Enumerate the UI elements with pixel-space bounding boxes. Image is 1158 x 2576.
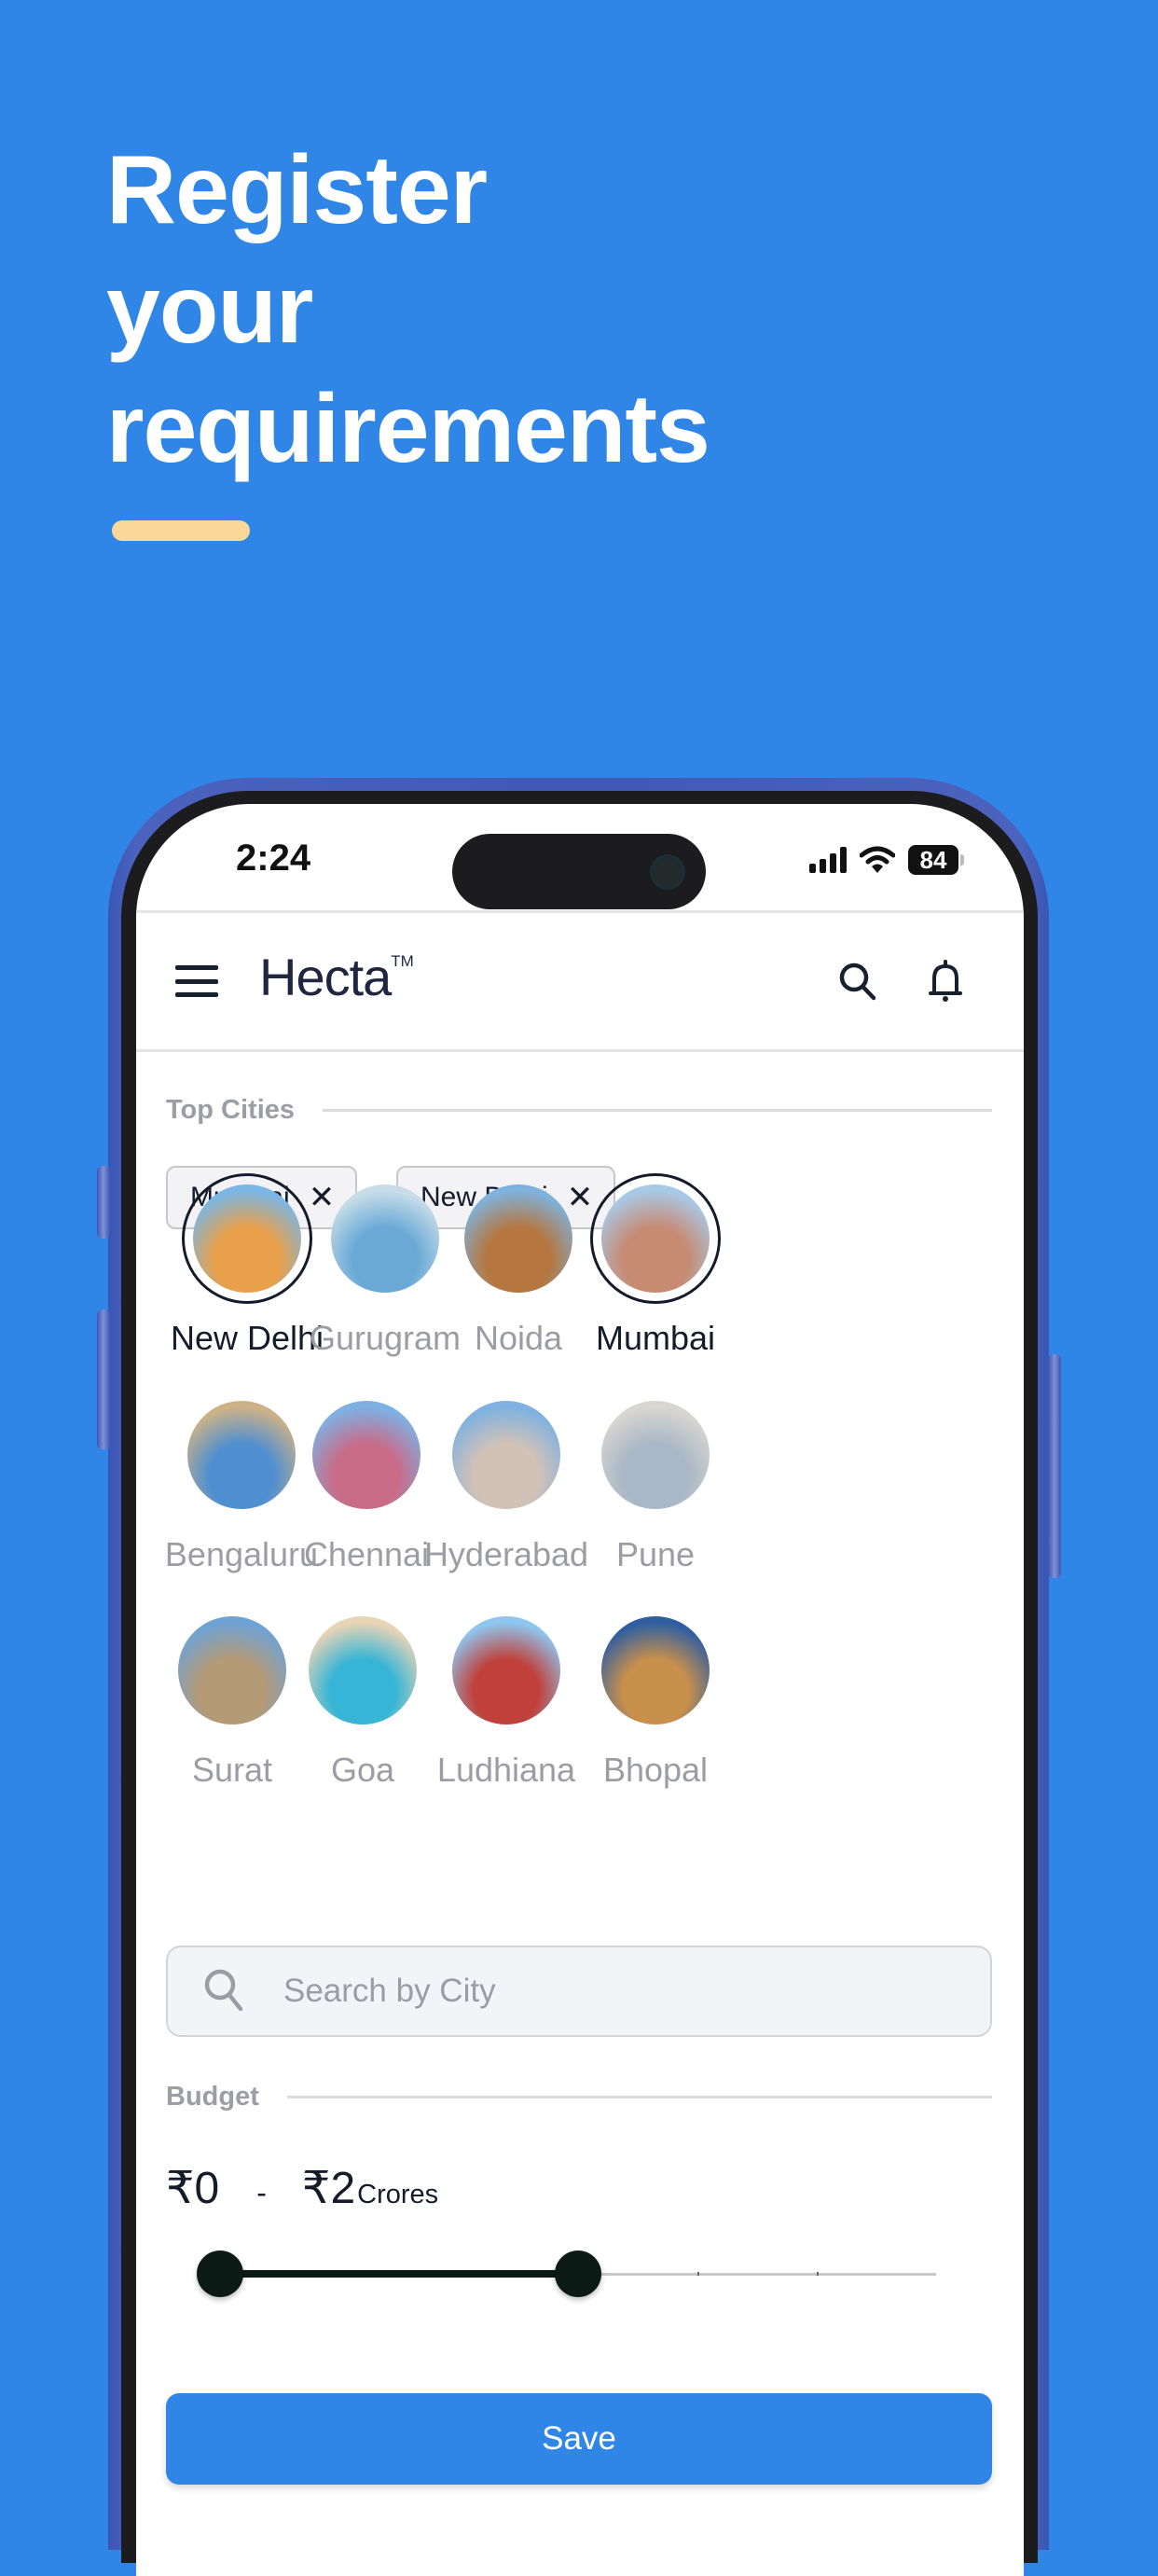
city-image-ring[interactable] — [590, 1173, 721, 1304]
city-name: Bhopal — [602, 1751, 709, 1789]
status-icons: 84 — [809, 845, 964, 875]
budget-separator: - — [256, 2176, 267, 2209]
city-search-field[interactable] — [166, 1946, 992, 2037]
section-divider — [323, 1109, 992, 1112]
city-landmark-image — [309, 1616, 417, 1724]
city-landmark-image — [601, 1184, 710, 1293]
search-icon — [204, 1969, 243, 2012]
budget-label: Budget — [166, 2082, 259, 2112]
top-cities-label: Top Cities — [166, 1095, 296, 1125]
bell-icon[interactable] — [921, 958, 970, 1006]
city-name: Pune — [615, 1535, 696, 1573]
city-option[interactable]: Mumbai — [553, 1173, 758, 1358]
city-image-ring[interactable] — [590, 1605, 721, 1736]
city-landmark-image — [452, 1616, 560, 1724]
logo-trademark: TM — [391, 952, 414, 970]
wifi-icon — [860, 846, 895, 873]
slider-selected-range — [220, 2270, 578, 2278]
city-option[interactable]: Bhopal — [553, 1605, 758, 1790]
app-header: HectaTM — [136, 913, 1024, 1049]
city-landmark-image — [601, 1401, 710, 1509]
budget-min-value: 0 — [194, 2164, 220, 2213]
battery-level: 84 — [919, 845, 947, 874]
city-image-ring[interactable] — [590, 1390, 721, 1520]
camera-icon — [650, 854, 685, 890]
promo-headline: Register your requirements — [106, 131, 710, 489]
phone-side-button-volume-up — [97, 1309, 110, 1449]
city-landmark-image — [452, 1401, 560, 1509]
headline-line-3: requirements — [106, 375, 710, 483]
slider-tick — [697, 2272, 699, 2276]
city-landmark-image — [601, 1616, 710, 1724]
slider-min-thumb[interactable] — [197, 2251, 243, 2297]
top-cities-heading: Top Cities — [166, 1095, 992, 1126]
budget-heading: Budget — [166, 2082, 992, 2112]
phone-side-button-power — [1048, 1354, 1061, 1578]
slider-tick — [817, 2272, 819, 2276]
city-search-input[interactable] — [282, 1972, 891, 2011]
budget-range-display: ₹ 0 - ₹ 2 Crores — [166, 2162, 438, 2214]
signal-icon — [809, 847, 847, 873]
battery-icon: 84 — [908, 845, 964, 875]
phone-screen: 2:24 84 HectaTM Top Cities ✕ New ✕ New D… — [136, 804, 1024, 2576]
budget-range-slider[interactable] — [197, 2246, 936, 2302]
dynamic-island — [452, 834, 706, 909]
section-divider — [286, 2096, 992, 2098]
menu-icon[interactable] — [175, 965, 218, 997]
slider-max-thumb[interactable] — [555, 2251, 601, 2297]
city-option[interactable]: Pune — [553, 1390, 758, 1574]
budget-max-value: 2 — [330, 2164, 356, 2213]
headline-accent-bar — [112, 520, 250, 541]
city-image-ring[interactable] — [441, 1390, 572, 1520]
app-logo: HectaTM — [259, 947, 414, 1007]
budget-unit: Crores — [357, 2180, 439, 2209]
budget-min-currency: ₹ — [166, 2164, 195, 2213]
budget-max-currency: ₹ — [301, 2164, 331, 2213]
header-divider — [136, 1049, 1024, 1052]
save-button[interactable]: Save — [166, 2393, 992, 2485]
city-name: Mumbai — [595, 1319, 716, 1357]
phone-side-button-action — [97, 1166, 110, 1239]
status-time: 2:24 — [236, 838, 311, 879]
city-image-ring[interactable] — [441, 1605, 572, 1736]
headline-line-1: Register — [106, 136, 488, 244]
logo-text: Hecta — [259, 948, 392, 1006]
search-icon[interactable] — [834, 958, 882, 1006]
headline-line-2: your — [106, 256, 313, 364]
